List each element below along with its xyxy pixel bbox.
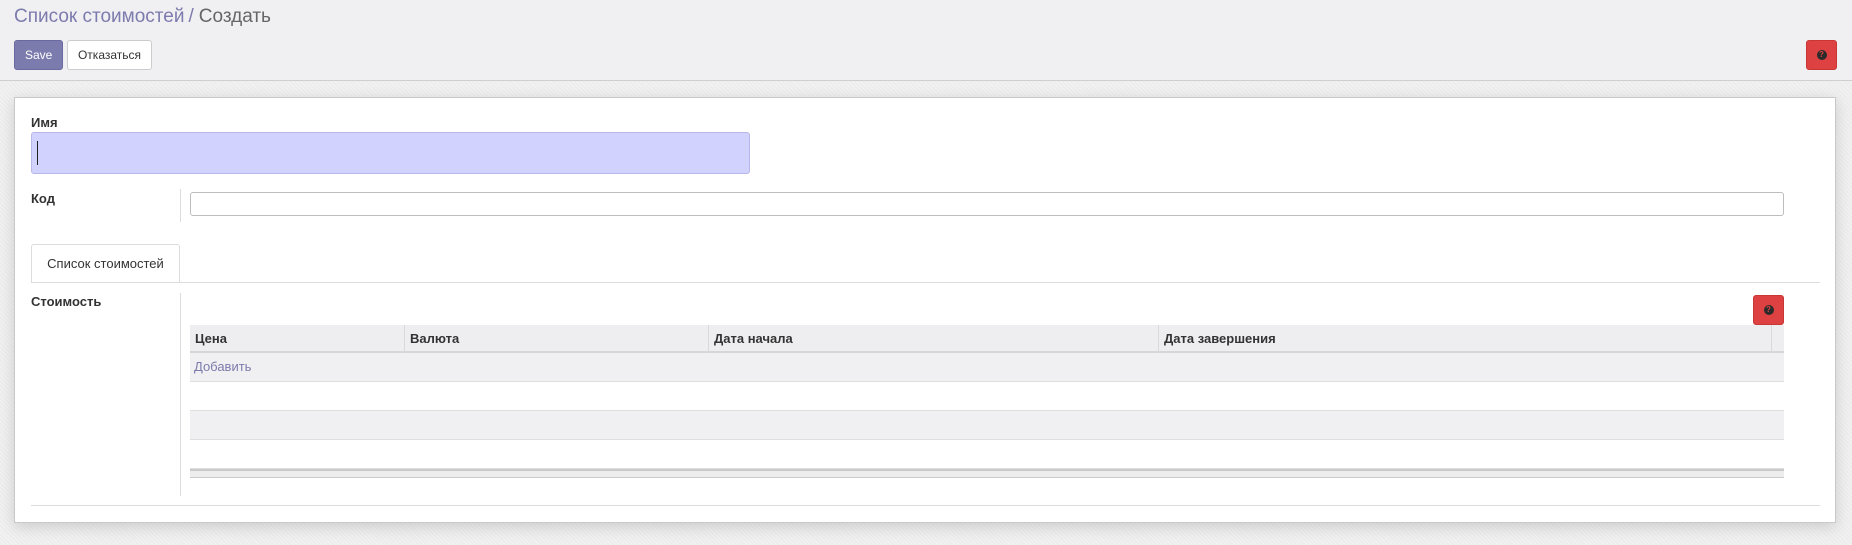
breadcrumb-current: Создать [198, 6, 271, 27]
discard-button[interactable]: Отказаться [67, 40, 152, 70]
help-button[interactable]: ? [1806, 40, 1837, 70]
sheet-bottom-divider [31, 505, 1820, 506]
question-circle-icon: ? [1816, 50, 1827, 60]
tab-underline [31, 282, 1820, 283]
cost-table: Цена Валюта Дата начала Дата завершения … [190, 325, 1784, 478]
add-line-link[interactable]: Добавить [190, 359, 251, 374]
table-row [190, 411, 1784, 440]
column-header-currency[interactable]: Валюта [405, 325, 709, 353]
code-label: Код [31, 191, 55, 206]
breadcrumb: Список стоимостей / Создать [14, 5, 271, 29]
table-row: Добавить [190, 353, 1784, 382]
name-input[interactable] [31, 132, 750, 174]
table-row [190, 440, 1784, 469]
tab-cost-list[interactable]: Список стоимостей [31, 244, 180, 283]
cost-label: Стоимость [31, 294, 102, 309]
code-input[interactable] [190, 192, 1784, 216]
label-divider [180, 293, 181, 496]
column-header-price[interactable]: Цена [190, 325, 405, 353]
question-circle-icon: ? [1763, 305, 1774, 315]
column-header-end-date[interactable]: Дата завершения [1159, 325, 1772, 353]
table-header: Цена Валюта Дата начала Дата завершения [190, 325, 1784, 353]
table-help-button[interactable]: ? [1753, 295, 1784, 325]
breadcrumb-parent-link[interactable]: Список стоимостей [14, 6, 184, 27]
text-caret [37, 141, 38, 165]
table-footer [190, 469, 1784, 478]
table-row [190, 382, 1784, 411]
control-panel: Список стоимостей / Создать Save Отказатьс… [0, 0, 1852, 81]
column-header-start-date[interactable]: Дата начала [709, 325, 1159, 353]
name-label: Имя [31, 115, 58, 130]
save-button[interactable]: Save [14, 40, 63, 70]
breadcrumb-separator: / [188, 6, 194, 27]
label-divider [180, 189, 181, 222]
